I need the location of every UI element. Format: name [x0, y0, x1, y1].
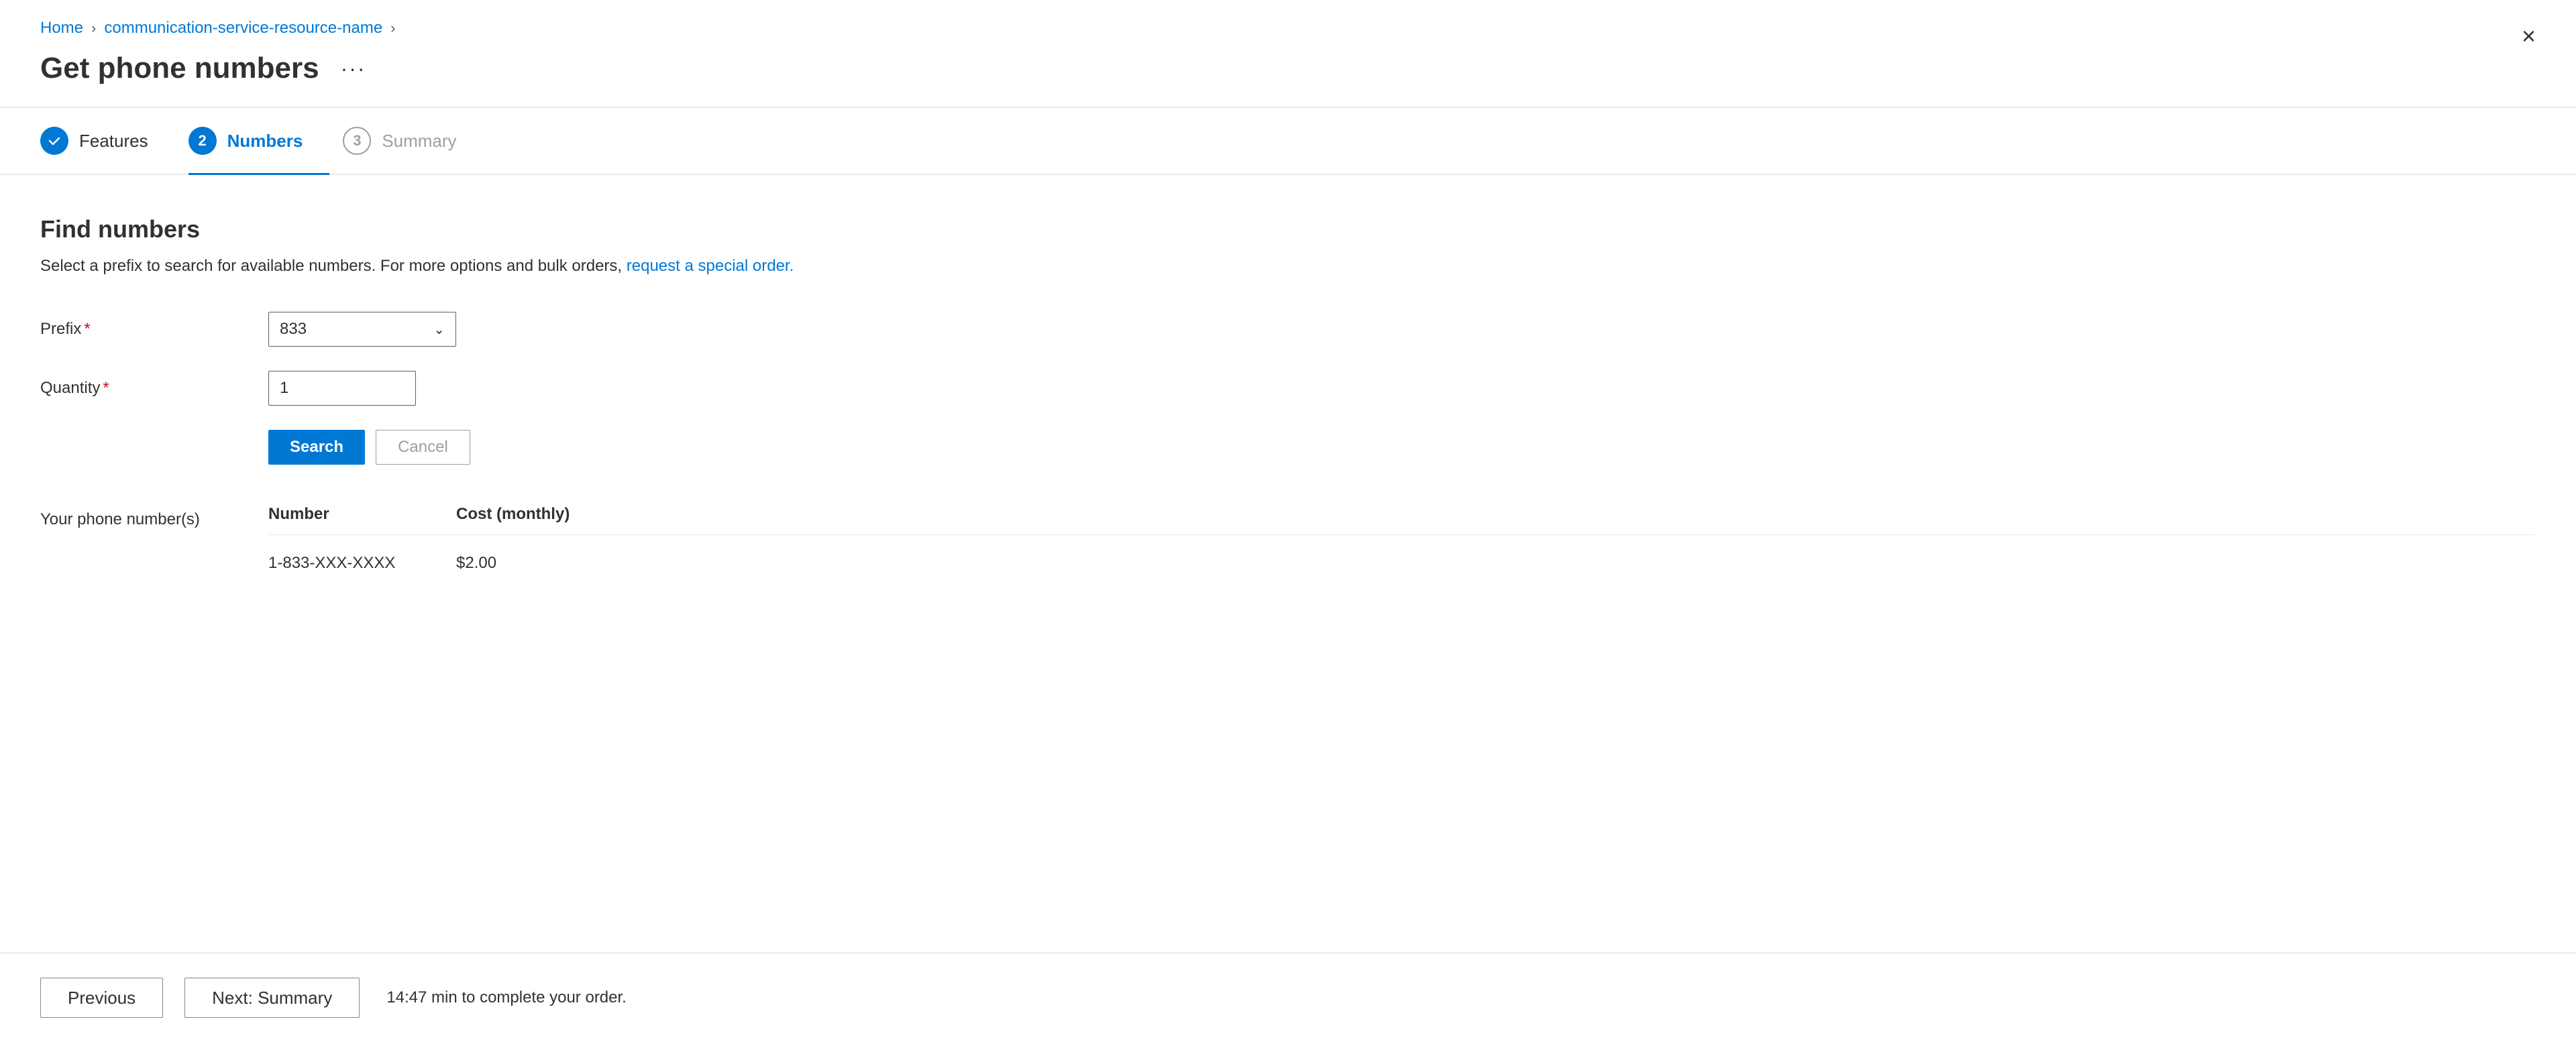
quantity-required: *	[103, 379, 109, 398]
step-summary-circle: 3	[343, 127, 371, 155]
col-header-number: Number	[268, 505, 456, 524]
quantity-label: Quantity *	[40, 379, 268, 398]
description-prefix: Select a prefix to search for available …	[40, 257, 627, 275]
prefix-required: *	[84, 320, 90, 339]
footer: Previous Next: Summary 14:47 min to comp…	[0, 952, 2576, 1042]
breadcrumb-sep-1: ›	[91, 19, 96, 37]
step-summary[interactable]: 3 Summary	[343, 108, 483, 174]
close-button[interactable]: ×	[2522, 24, 2536, 48]
prefix-value: 833	[280, 320, 307, 339]
search-button[interactable]: Search	[268, 430, 365, 465]
table-header: Number Cost (monthly)	[268, 505, 2536, 535]
table-row: 1-833-XXX-XXXX $2.00	[268, 546, 2536, 581]
header: Home › communication-service-resource-na…	[0, 0, 2576, 86]
step-numbers-label: Numbers	[227, 131, 303, 152]
step-features[interactable]: Features	[40, 108, 175, 174]
prefix-dropdown[interactable]: 833 ⌄	[268, 312, 456, 347]
footer-note: 14:47 min to complete your order.	[386, 988, 627, 1007]
breadcrumb-sep-2: ›	[390, 19, 395, 37]
page-container: Home › communication-service-resource-na…	[0, 0, 2576, 1042]
breadcrumb-home[interactable]: Home	[40, 19, 83, 38]
chevron-down-icon: ⌄	[433, 321, 445, 338]
page-title: Get phone numbers	[40, 51, 319, 86]
breadcrumb: Home › communication-service-resource-na…	[40, 19, 2536, 38]
special-order-link[interactable]: request a special order.	[627, 257, 794, 275]
quantity-row: Quantity *	[40, 371, 2536, 406]
phone-numbers-row: Your phone number(s) Number Cost (monthl…	[40, 505, 2536, 581]
step-numbers-circle: 2	[189, 127, 217, 155]
buttons-row: Search Cancel	[268, 430, 2536, 465]
find-numbers-description: Select a prefix to search for available …	[40, 254, 2536, 278]
step-features-label: Features	[79, 131, 148, 152]
previous-button[interactable]: Previous	[40, 978, 163, 1018]
main-content: Find numbers Select a prefix to search f…	[0, 175, 2576, 952]
step-numbers[interactable]: 2 Numbers	[189, 108, 330, 174]
table-cell-number: 1-833-XXX-XXXX	[268, 554, 456, 573]
phone-table: Number Cost (monthly) 1-833-XXX-XXXX $2.…	[268, 505, 2536, 581]
quantity-control-wrapper	[268, 371, 416, 406]
prefix-control-wrapper: 833 ⌄	[268, 312, 456, 347]
step-features-circle	[40, 127, 68, 155]
phone-section-label: Your phone number(s)	[40, 505, 268, 529]
find-numbers-title: Find numbers	[40, 215, 2536, 243]
prefix-row: Prefix * 833 ⌄	[40, 312, 2536, 347]
col-header-cost: Cost (monthly)	[456, 505, 644, 524]
page-title-row: Get phone numbers ···	[40, 51, 2536, 86]
stepper: Features 2 Numbers 3 Summary	[0, 108, 2576, 175]
phone-numbers-section: Your phone number(s) Number Cost (monthl…	[40, 505, 2536, 581]
table-cell-cost: $2.00	[456, 554, 644, 573]
step-summary-label: Summary	[382, 131, 456, 152]
quantity-input[interactable]	[268, 371, 416, 406]
next-summary-button[interactable]: Next: Summary	[184, 978, 360, 1018]
more-options-button[interactable]: ···	[335, 51, 372, 86]
breadcrumb-resource[interactable]: communication-service-resource-name	[104, 19, 382, 38]
cancel-button[interactable]: Cancel	[376, 430, 470, 465]
prefix-label: Prefix *	[40, 320, 268, 339]
